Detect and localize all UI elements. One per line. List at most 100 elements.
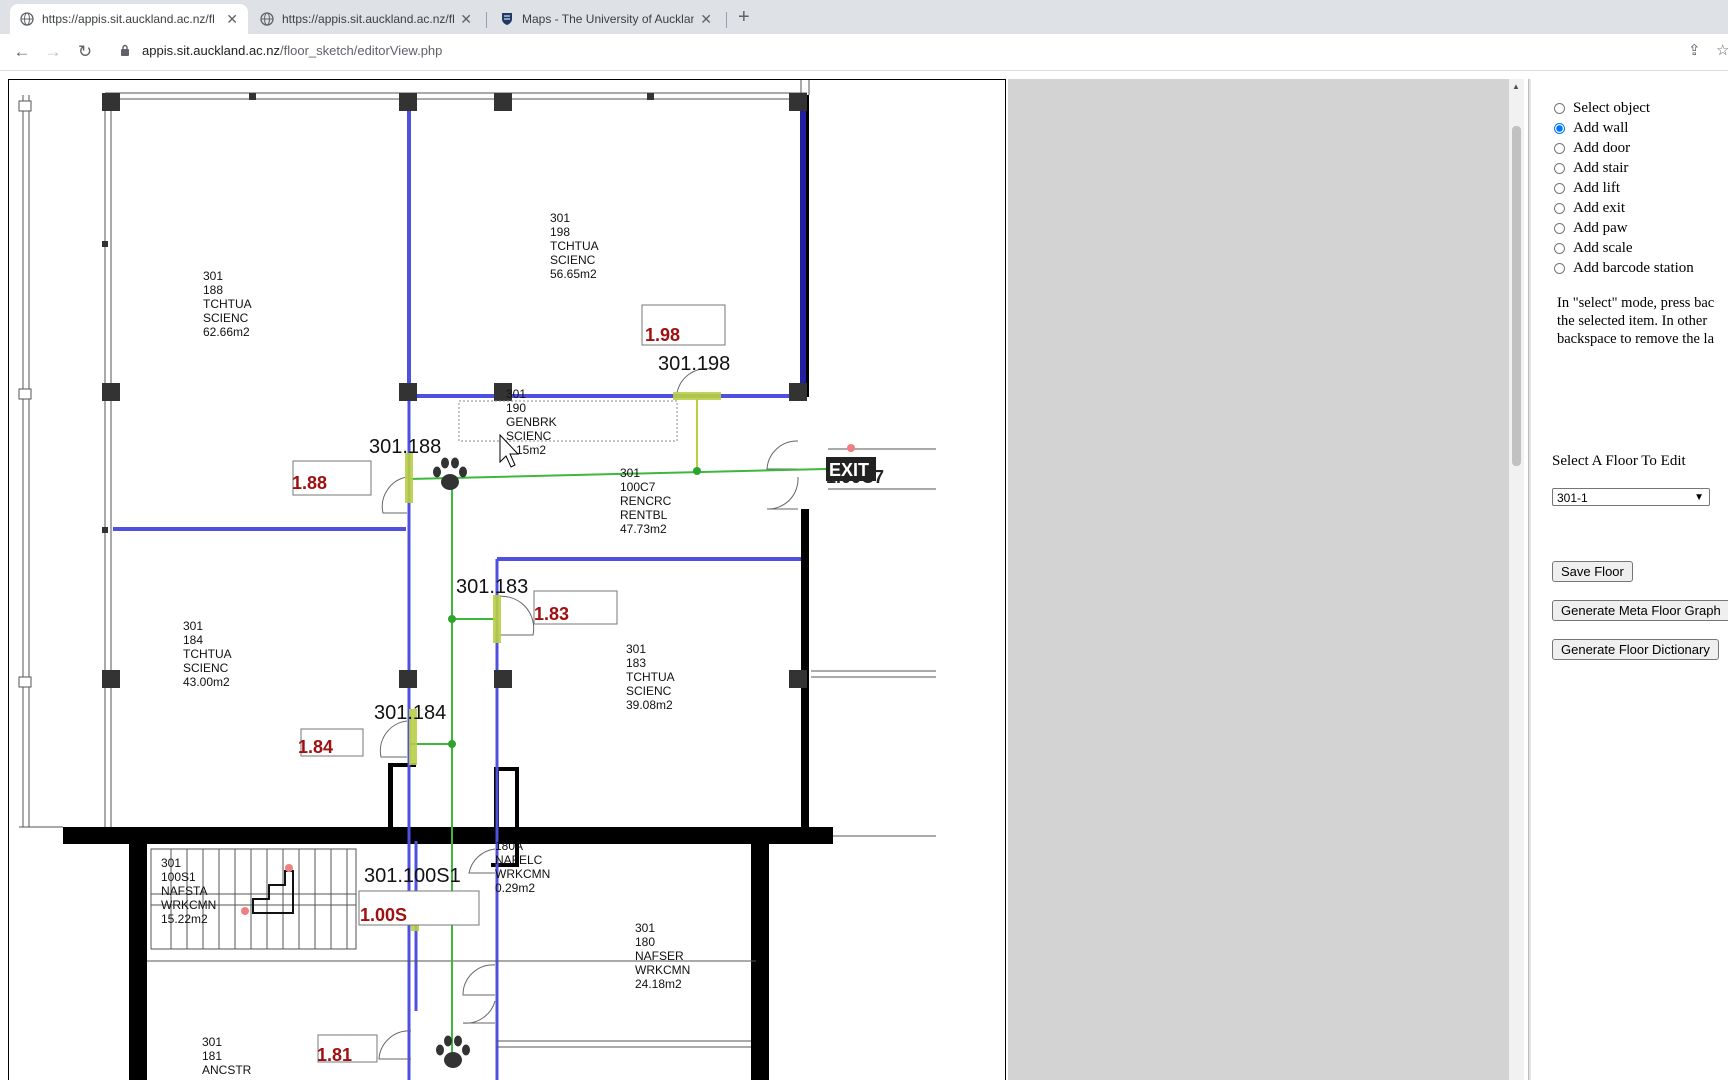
- door-label-184: 301.184: [374, 702, 446, 724]
- room-line: 15.22m2: [161, 912, 208, 926]
- room-line: 181: [202, 1049, 222, 1063]
- radio-button[interactable]: [1554, 223, 1565, 234]
- room-line: TCHTUA: [203, 297, 252, 311]
- chevron-down-icon: ▼: [1694, 492, 1704, 503]
- stair-node: [285, 864, 293, 872]
- room-line: 301: [620, 466, 640, 480]
- globe-icon: [20, 12, 34, 26]
- forward-arrow-icon[interactable]: →: [41, 40, 65, 64]
- room-line: 39.08m2: [626, 698, 673, 712]
- room-line: 100S1: [161, 870, 196, 884]
- room-line: RENTBL: [620, 508, 668, 522]
- room-line: 301: [635, 921, 655, 935]
- tab-floor-editor-1[interactable]: https://appis.sit.auckland.ac.nz/fl ✕: [10, 4, 248, 34]
- room-line: GENBRK: [506, 415, 557, 429]
- editor-control-panel: Select object Add wall Add door Add stai…: [1530, 79, 1728, 1080]
- mode-select-object[interactable]: Select object: [1554, 100, 1650, 117]
- door-box-188: 1.88: [292, 473, 327, 493]
- save-floor-button[interactable]: Save Floor: [1552, 561, 1633, 582]
- radio-button[interactable]: [1554, 163, 1565, 174]
- generate-meta-floor-graph-button[interactable]: Generate Meta Floor Graph: [1552, 600, 1728, 621]
- room-line: TCHTUA: [183, 647, 232, 661]
- mode-add-lift[interactable]: Add lift: [1554, 180, 1620, 197]
- door-box-100s: 1.00S: [360, 905, 407, 925]
- mode-add-stair[interactable]: Add stair: [1554, 160, 1628, 177]
- room-labels: 301 188 TCHTUA SCIENC 62.66m2 301 198 TCHTUA SC…: [161, 211, 690, 1077]
- radio-button[interactable]: [1554, 203, 1565, 214]
- floor-select[interactable]: 301-1 ▼: [1552, 488, 1710, 506]
- url-path: /floor_sketch/editorView.php: [280, 43, 443, 58]
- mode-add-paw[interactable]: Add paw: [1554, 220, 1628, 237]
- canvas-overflow-area: [1008, 79, 1509, 1080]
- back-arrow-icon[interactable]: ←: [10, 40, 34, 64]
- close-tab-icon[interactable]: ✕: [700, 11, 712, 28]
- radio-button[interactable]: [1554, 263, 1565, 274]
- room-line: WRKCMN: [161, 898, 216, 912]
- floorplan-canvas[interactable]: 301 188 TCHTUA SCIENC 62.66m2 301 198 TCHTUA SC…: [8, 79, 1006, 1080]
- mode-add-exit[interactable]: Add exit: [1554, 200, 1625, 217]
- room-line: SCIENC: [550, 253, 596, 267]
- close-tab-icon[interactable]: ✕: [226, 11, 238, 28]
- mode-label: Add stair: [1573, 160, 1629, 176]
- close-tab-icon[interactable]: ✕: [460, 11, 472, 28]
- room-line: 47.73m2: [620, 522, 667, 536]
- room-label-180: 301 180 NAFSER WRKCMN 24.18m2: [635, 921, 690, 991]
- help-line: the selected item. In other: [1557, 313, 1708, 329]
- door-label-183: 301.183: [456, 576, 528, 598]
- mode-add-door[interactable]: Add door: [1554, 140, 1630, 157]
- url-host: appis.sit.auckland.ac.nz: [142, 43, 281, 58]
- radio-button[interactable]: [1554, 103, 1565, 114]
- room-line: RENCRC: [620, 494, 672, 508]
- room-line: WRKCMN: [495, 867, 550, 881]
- tab-title: https://appis.sit.auckland.ac.nz/fl: [42, 12, 215, 26]
- room-line: SCIENC: [183, 661, 229, 675]
- bookmark-star-icon[interactable]: ☆: [1716, 41, 1728, 59]
- radio-button[interactable]: [1554, 183, 1565, 194]
- room-line: 183: [626, 656, 646, 670]
- tab-strip: https://appis.sit.auckland.ac.nz/fl ✕ ht…: [0, 0, 1728, 34]
- radio-button-checked[interactable]: [1554, 123, 1565, 134]
- room-line: 0.29m2: [495, 881, 535, 895]
- reload-icon[interactable]: ↻: [73, 40, 97, 64]
- mode-label: Add scale: [1573, 240, 1633, 256]
- door-box-183: 1.83: [534, 604, 569, 624]
- mode-add-scale[interactable]: Add scale: [1554, 240, 1633, 257]
- room-line: 180: [635, 935, 655, 949]
- mode-add-wall[interactable]: Add wall: [1554, 120, 1628, 137]
- help-line: backspace to remove the la: [1557, 331, 1715, 347]
- mode-label: Add exit: [1573, 200, 1626, 216]
- mode-label: Add wall: [1573, 120, 1629, 136]
- black-walls: [63, 95, 833, 1080]
- floor-select-label: Select A Floor To Edit: [1552, 453, 1686, 469]
- globe-icon: [260, 12, 274, 26]
- door-box-181: 1.81: [317, 1045, 352, 1065]
- address-bar[interactable]: appis.sit.auckland.ac.nz/floor_sketch/ed…: [142, 43, 442, 58]
- share-icon[interactable]: ⇪: [1688, 41, 1701, 59]
- room-line: 301: [202, 1035, 222, 1049]
- corner-posts: [102, 93, 807, 688]
- door-box-184: 1.84: [298, 737, 333, 757]
- room-line: 100C7: [620, 480, 656, 494]
- room-label-100s1: 301 100S1 NAFSTA WRKCMN 15.22m2: [161, 856, 216, 926]
- room-label-180a: 180A NAFELC WRKCMN 0.29m2: [495, 839, 550, 895]
- paw-icon: [433, 457, 467, 490]
- tab-title: Maps - The University of Auckland: [522, 12, 695, 26]
- scrollbar-thumb[interactable]: [1512, 126, 1521, 466]
- door-box-values: 1.88 1.98 1.83 1.84 1.00S 1.81: [292, 325, 680, 1065]
- lock-icon[interactable]: [120, 44, 130, 56]
- room-line: 62.66m2: [203, 325, 250, 339]
- door-label-198: 301.198: [658, 353, 730, 375]
- tab-uoa-maps[interactable]: Maps - The University of Auckland ✕: [490, 4, 722, 34]
- help-line: In "select" mode, press bac: [1557, 295, 1715, 311]
- tab-floor-editor-2[interactable]: https://appis.sit.auckland.ac.nz/fl ✕: [250, 4, 482, 34]
- radio-button[interactable]: [1554, 143, 1565, 154]
- outer-thin-walls: [19, 80, 936, 837]
- scroll-up-arrow-icon[interactable]: ▲: [1512, 82, 1520, 91]
- radio-button[interactable]: [1554, 243, 1565, 254]
- stair-icon: [252, 870, 294, 914]
- new-tab-icon[interactable]: +: [738, 6, 750, 29]
- room-line: TCHTUA: [550, 239, 599, 253]
- mode-add-barcode-station[interactable]: Add barcode station: [1554, 260, 1694, 277]
- generate-floor-dictionary-button[interactable]: Generate Floor Dictionary: [1552, 639, 1719, 660]
- room-line: 301: [203, 269, 223, 283]
